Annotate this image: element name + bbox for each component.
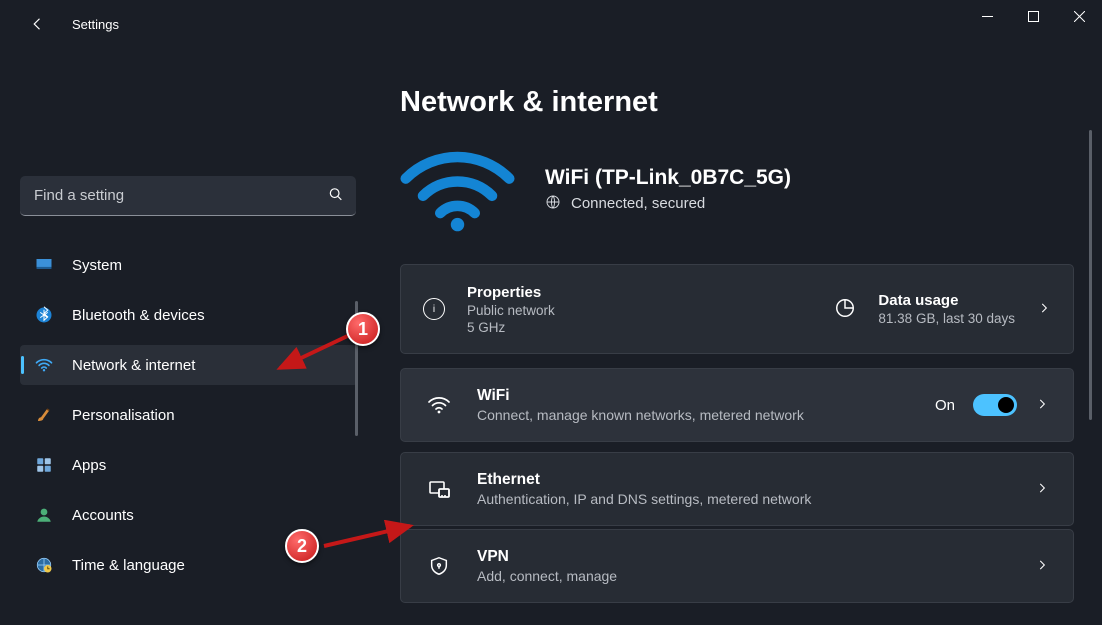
ethernet-row-detail: Authentication, IP and DNS settings, met… [477, 491, 897, 507]
vpn-settings-row[interactable]: VPN Add, connect, manage [400, 529, 1074, 603]
wifi-large-icon [400, 147, 515, 232]
paintbrush-icon [34, 405, 54, 425]
properties-label: Properties [467, 284, 555, 301]
search-input[interactable] [20, 176, 356, 216]
ethernet-icon [425, 477, 453, 501]
sidebar-item-label: Accounts [72, 507, 134, 524]
wifi-settings-row[interactable]: WiFi Connect, manage known networks, met… [400, 368, 1074, 442]
annotation-arrow-2 [318, 520, 418, 552]
connection-name: WiFi (TP-Link_0B7C_5G) [545, 166, 791, 190]
bluetooth-icon [34, 305, 54, 325]
sidebar-item-system[interactable]: System [20, 245, 358, 285]
wifi-row-detail: Connect, manage known networks, metered … [477, 407, 897, 423]
sidebar-item-label: Network & internet [72, 357, 195, 374]
properties-line2: 5 GHz [467, 320, 555, 335]
data-usage-button[interactable]: Data usage 81.38 GB, last 30 days [737, 292, 1051, 326]
properties-button[interactable]: i Properties Public network 5 GHz [423, 284, 737, 335]
globe-icon [545, 194, 561, 214]
annotation-badge-2: 2 [285, 529, 319, 563]
ethernet-settings-row[interactable]: Ethernet Authentication, IP and DNS sett… [400, 452, 1074, 526]
annotation-badge-1: 1 [346, 312, 380, 346]
page-title: Network & internet [400, 86, 1074, 119]
data-usage-detail: 81.38 GB, last 30 days [878, 311, 1015, 326]
sidebar-item-apps[interactable]: Apps [20, 445, 358, 485]
chevron-right-icon [1035, 481, 1049, 498]
connection-status: Connected, secured [571, 195, 705, 212]
chevron-right-icon [1035, 558, 1049, 575]
sidebar-item-label: Personalisation [72, 407, 175, 424]
sidebar-item-label: Time & language [72, 557, 185, 574]
wifi-row-title: WiFi [477, 387, 911, 405]
wifi-toggle[interactable] [973, 394, 1017, 416]
properties-usage-card: i Properties Public network 5 GHz Data u… [400, 264, 1074, 354]
search-icon [328, 187, 344, 206]
wifi-icon [34, 355, 54, 375]
properties-line1: Public network [467, 303, 555, 318]
window-title: Settings [72, 17, 119, 32]
chevron-right-icon [1037, 301, 1051, 318]
shield-icon [425, 555, 453, 577]
vpn-row-detail: Add, connect, manage [477, 568, 897, 584]
sidebar-item-label: Apps [72, 457, 106, 474]
globe-clock-icon [34, 555, 54, 575]
maximize-button[interactable] [1010, 0, 1056, 32]
monitor-icon [34, 255, 54, 275]
main-scrollbar[interactable] [1089, 130, 1092, 420]
search-input-wrapper[interactable] [20, 176, 356, 216]
back-button[interactable] [20, 6, 56, 42]
info-icon: i [423, 298, 445, 320]
sidebar-item-label: System [72, 257, 122, 274]
minimize-button[interactable] [964, 0, 1010, 32]
chevron-right-icon [1035, 397, 1049, 414]
close-button[interactable] [1056, 0, 1102, 32]
ethernet-row-title: Ethernet [477, 471, 1011, 489]
data-usage-label: Data usage [878, 292, 1015, 309]
vpn-row-title: VPN [477, 548, 1011, 566]
data-usage-icon [834, 297, 856, 322]
wifi-icon [425, 393, 453, 417]
person-icon [34, 505, 54, 525]
sidebar-item-label: Bluetooth & devices [72, 307, 205, 324]
sidebar-item-personalisation[interactable]: Personalisation [20, 395, 358, 435]
wifi-toggle-label: On [935, 397, 955, 414]
apps-icon [34, 455, 54, 475]
